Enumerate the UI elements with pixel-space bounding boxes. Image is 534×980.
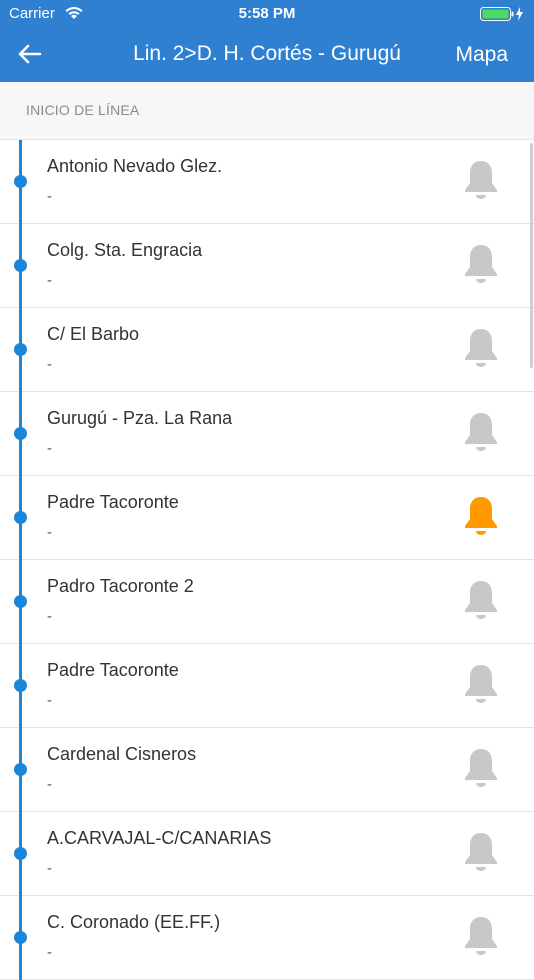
stop-name: Padre Tacoronte xyxy=(47,492,179,512)
stop-row[interactable]: Colg. Sta. Engracia - xyxy=(0,224,534,308)
bell-icon[interactable] xyxy=(459,577,503,625)
status-bar: Carrier 5:58 PM xyxy=(0,0,534,28)
stop-name: C. Coronado (EE.FF.) xyxy=(47,912,221,932)
stop-arrival: - xyxy=(47,188,52,205)
status-time: 5:58 PM xyxy=(238,5,296,22)
section-header: INICIO DE LÍNEA xyxy=(0,82,534,140)
stop-row[interactable]: A.CARVAJAL-C/CANARIAS - xyxy=(0,812,534,896)
bell-icon[interactable] xyxy=(459,661,503,709)
arrow-left-icon[interactable] xyxy=(16,42,44,66)
stop-dot xyxy=(14,679,27,692)
stop-dot xyxy=(14,175,27,188)
bell-icon[interactable] xyxy=(459,745,503,793)
stop-name: Antonio Nevado Glez. xyxy=(47,156,223,176)
stop-dot xyxy=(14,595,27,608)
stop-name: Padre Tacoronte xyxy=(47,660,179,680)
stop-dot xyxy=(14,763,27,776)
bell-icon[interactable] xyxy=(459,913,503,961)
stop-dot xyxy=(14,847,27,860)
stop-arrival: - xyxy=(47,608,52,625)
stop-row[interactable]: Gurugú - Pza. La Rana - xyxy=(0,392,534,476)
stop-name: Cardenal Cisneros xyxy=(47,744,197,764)
stop-name: C/ El Barbo xyxy=(47,324,140,344)
bell-icon[interactable] xyxy=(459,829,503,877)
stop-row[interactable]: Antonio Nevado Glez. - xyxy=(0,140,534,224)
stop-dot xyxy=(14,343,27,356)
stop-row[interactable]: C/ El Barbo - xyxy=(0,308,534,392)
stop-row[interactable]: Cardenal Cisneros - xyxy=(0,728,534,812)
battery-icon xyxy=(480,7,523,21)
bell-icon[interactable] xyxy=(459,157,503,205)
scrollbar[interactable] xyxy=(530,143,533,368)
stop-name: Colg. Sta. Engracia xyxy=(47,240,203,260)
stop-dot xyxy=(14,259,27,272)
stop-row[interactable]: C. Coronado (EE.FF.) - xyxy=(0,896,534,980)
stops-list: Antonio Nevado Glez. - Colg. Sta. Engracia… xyxy=(0,140,534,980)
map-button[interactable]: Mapa xyxy=(455,43,508,67)
stop-dot xyxy=(14,511,27,524)
bell-icon[interactable] xyxy=(459,325,503,373)
navigation-bar: Lin. 2>D. H. Cortés - Gurugú Mapa xyxy=(0,28,534,82)
bell-icon[interactable] xyxy=(459,241,503,289)
stop-name: Padro Tacoronte 2 xyxy=(47,576,194,596)
page-title: Lin. 2>D. H. Cortés - Gurugú xyxy=(133,42,401,65)
stop-arrival: - xyxy=(47,272,52,289)
stop-arrival: - xyxy=(47,692,52,709)
bell-icon[interactable] xyxy=(459,409,503,457)
stop-dot xyxy=(14,427,27,440)
stop-row[interactable]: Padro Tacoronte 2 - xyxy=(0,560,534,644)
stop-row[interactable]: Padre Tacoronte - xyxy=(0,476,534,560)
stop-dot xyxy=(14,931,27,944)
stop-arrival: - xyxy=(47,776,52,793)
stop-arrival: - xyxy=(47,524,52,541)
stop-name: Gurugú - Pza. La Rana xyxy=(47,408,233,428)
stop-arrival: - xyxy=(47,440,52,457)
bell-icon[interactable] xyxy=(459,493,503,541)
stop-arrival: - xyxy=(47,944,52,961)
app-header: Carrier 5:58 PM Lin. 2>D. H. Cortés - Gu… xyxy=(0,0,534,82)
stop-arrival: - xyxy=(47,860,52,877)
stop-row[interactable]: Padre Tacoronte - xyxy=(0,644,534,728)
section-label: INICIO DE LÍNEA xyxy=(26,102,140,118)
stop-name: A.CARVAJAL-C/CANARIAS xyxy=(47,828,272,848)
stop-arrival: - xyxy=(47,356,52,373)
